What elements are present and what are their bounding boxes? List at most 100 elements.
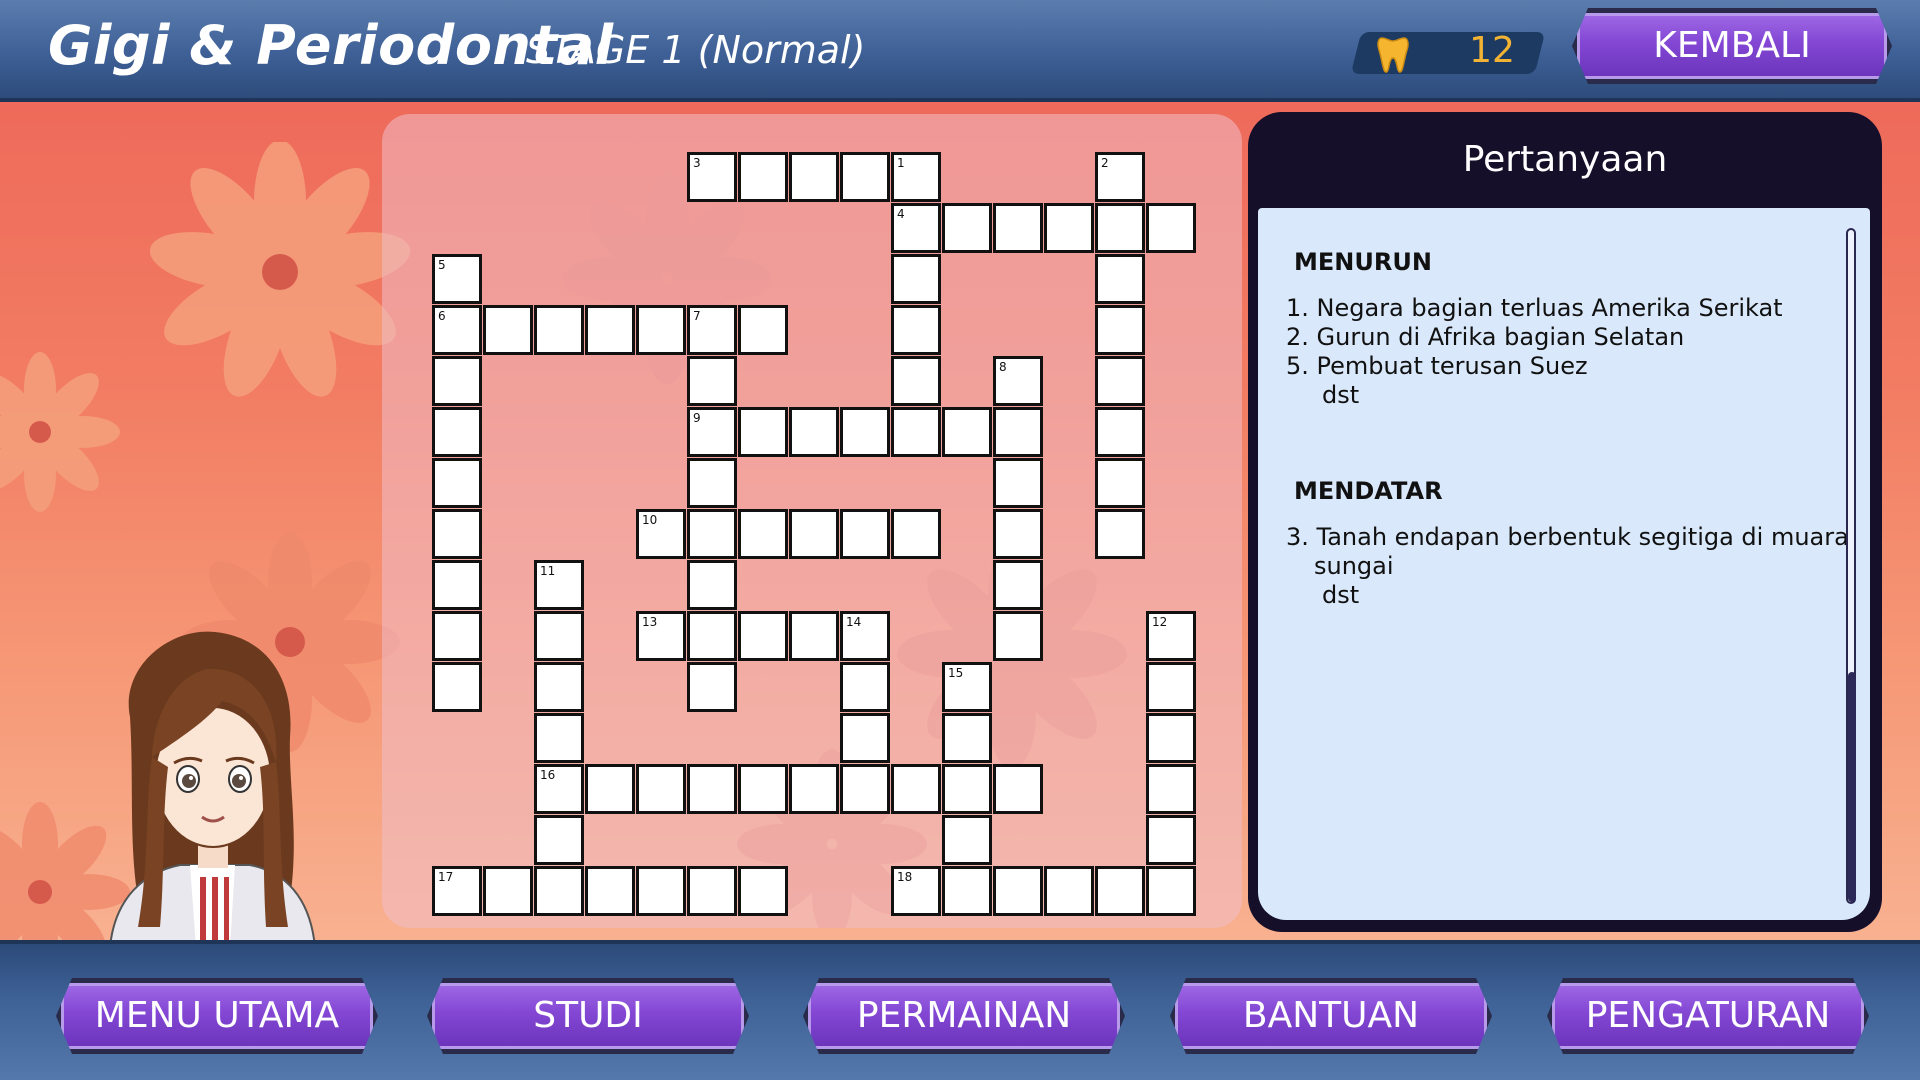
- crossword-cell[interactable]: [1095, 407, 1145, 457]
- crossword-cell[interactable]: 10: [636, 509, 686, 559]
- crossword-cell[interactable]: [534, 815, 584, 865]
- crossword-cell[interactable]: [687, 764, 737, 814]
- crossword-cell[interactable]: [1095, 305, 1145, 355]
- nav-permainan-button[interactable]: PERMAINAN: [803, 978, 1125, 1054]
- crossword-cell[interactable]: 14: [840, 611, 890, 661]
- crossword-cell[interactable]: [432, 611, 482, 661]
- crossword-cell[interactable]: [993, 458, 1043, 508]
- crossword-cell[interactable]: [534, 611, 584, 661]
- crossword-cell[interactable]: 8: [993, 356, 1043, 406]
- crossword-cell[interactable]: 18: [891, 866, 941, 916]
- questions-scroll-thumb[interactable]: [1848, 672, 1856, 902]
- crossword-cell[interactable]: [1146, 764, 1196, 814]
- crossword-cell[interactable]: [534, 662, 584, 712]
- crossword-cell[interactable]: [942, 815, 992, 865]
- crossword-cell[interactable]: [432, 356, 482, 406]
- crossword-cell[interactable]: [1146, 815, 1196, 865]
- crossword-cell[interactable]: 6: [432, 305, 482, 355]
- crossword-cell[interactable]: 15: [942, 662, 992, 712]
- crossword-cell[interactable]: 16: [534, 764, 584, 814]
- crossword-cell[interactable]: [840, 662, 890, 712]
- crossword-cell[interactable]: [1146, 662, 1196, 712]
- crossword-cell[interactable]: [993, 203, 1043, 253]
- crossword-cell[interactable]: [789, 611, 839, 661]
- crossword-cell[interactable]: [687, 356, 737, 406]
- crossword-cell[interactable]: [585, 305, 635, 355]
- crossword-cell[interactable]: [993, 407, 1043, 457]
- crossword-cell[interactable]: [738, 611, 788, 661]
- crossword-cell[interactable]: [942, 203, 992, 253]
- crossword-cell[interactable]: [1095, 356, 1145, 406]
- nav-studi-button[interactable]: STUDI: [427, 978, 749, 1054]
- crossword-cell[interactable]: [687, 458, 737, 508]
- crossword-cell[interactable]: [840, 509, 890, 559]
- crossword-cell[interactable]: [840, 152, 890, 202]
- crossword-cell[interactable]: [891, 356, 941, 406]
- crossword-cell[interactable]: [993, 509, 1043, 559]
- crossword-cell[interactable]: [585, 866, 635, 916]
- crossword-cell[interactable]: [993, 611, 1043, 661]
- crossword-cell[interactable]: [789, 407, 839, 457]
- crossword-cell[interactable]: [993, 866, 1043, 916]
- nav-pengaturan-button[interactable]: PENGATURAN: [1547, 978, 1869, 1054]
- crossword-cell[interactable]: [840, 407, 890, 457]
- crossword-cell[interactable]: [789, 764, 839, 814]
- crossword-cell[interactable]: 4: [891, 203, 941, 253]
- crossword-cell[interactable]: 1: [891, 152, 941, 202]
- crossword-cell[interactable]: [891, 509, 941, 559]
- crossword-cell[interactable]: [840, 764, 890, 814]
- crossword-cell[interactable]: [687, 509, 737, 559]
- crossword-cell[interactable]: [534, 713, 584, 763]
- crossword-cell[interactable]: [1146, 866, 1196, 916]
- crossword-cell[interactable]: [738, 866, 788, 916]
- crossword-cell[interactable]: [1095, 866, 1145, 916]
- crossword-cell[interactable]: [534, 866, 584, 916]
- crossword-cell[interactable]: [432, 560, 482, 610]
- crossword-cell[interactable]: [636, 866, 686, 916]
- crossword-cell[interactable]: [942, 764, 992, 814]
- crossword-cell[interactable]: [687, 560, 737, 610]
- crossword-cell[interactable]: [687, 662, 737, 712]
- crossword-cell[interactable]: [483, 866, 533, 916]
- crossword-cell[interactable]: [789, 152, 839, 202]
- crossword-cell[interactable]: [636, 764, 686, 814]
- crossword-cell[interactable]: [1044, 203, 1094, 253]
- crossword-cell[interactable]: [942, 407, 992, 457]
- crossword-cell[interactable]: [432, 662, 482, 712]
- crossword-cell[interactable]: [942, 713, 992, 763]
- crossword-cell[interactable]: [1095, 509, 1145, 559]
- crossword-cell[interactable]: [891, 764, 941, 814]
- nav-menu-utama-button[interactable]: MENU UTAMA: [56, 978, 378, 1054]
- crossword-cell[interactable]: [738, 305, 788, 355]
- crossword-cell[interactable]: [432, 458, 482, 508]
- crossword-cell[interactable]: [840, 713, 890, 763]
- crossword-cell[interactable]: [687, 611, 737, 661]
- crossword-cell[interactable]: [942, 866, 992, 916]
- crossword-cell[interactable]: 12: [1146, 611, 1196, 661]
- crossword-cell[interactable]: [891, 254, 941, 304]
- crossword-cell[interactable]: [432, 509, 482, 559]
- crossword-cell[interactable]: 7: [687, 305, 737, 355]
- crossword-cell[interactable]: 2: [1095, 152, 1145, 202]
- crossword-cell[interactable]: [687, 866, 737, 916]
- crossword-cell[interactable]: [1095, 203, 1145, 253]
- crossword-cell[interactable]: 3: [687, 152, 737, 202]
- nav-bantuan-button[interactable]: BANTUAN: [1170, 978, 1492, 1054]
- crossword-cell[interactable]: [534, 305, 584, 355]
- crossword-cell[interactable]: [1095, 254, 1145, 304]
- back-button[interactable]: KEMBALI: [1572, 8, 1892, 84]
- crossword-cell[interactable]: [636, 305, 686, 355]
- crossword-cell[interactable]: [891, 407, 941, 457]
- crossword-cell[interactable]: [789, 509, 839, 559]
- crossword-cell[interactable]: [1146, 203, 1196, 253]
- crossword-cell[interactable]: [483, 305, 533, 355]
- crossword-cell[interactable]: 5: [432, 254, 482, 304]
- crossword-cell[interactable]: [738, 509, 788, 559]
- crossword-cell[interactable]: [738, 407, 788, 457]
- crossword-cell[interactable]: 11: [534, 560, 584, 610]
- crossword-cell[interactable]: 9: [687, 407, 737, 457]
- crossword-cell[interactable]: [585, 764, 635, 814]
- crossword-cell[interactable]: [993, 560, 1043, 610]
- crossword-cell[interactable]: [1095, 458, 1145, 508]
- crossword-cell[interactable]: [1044, 866, 1094, 916]
